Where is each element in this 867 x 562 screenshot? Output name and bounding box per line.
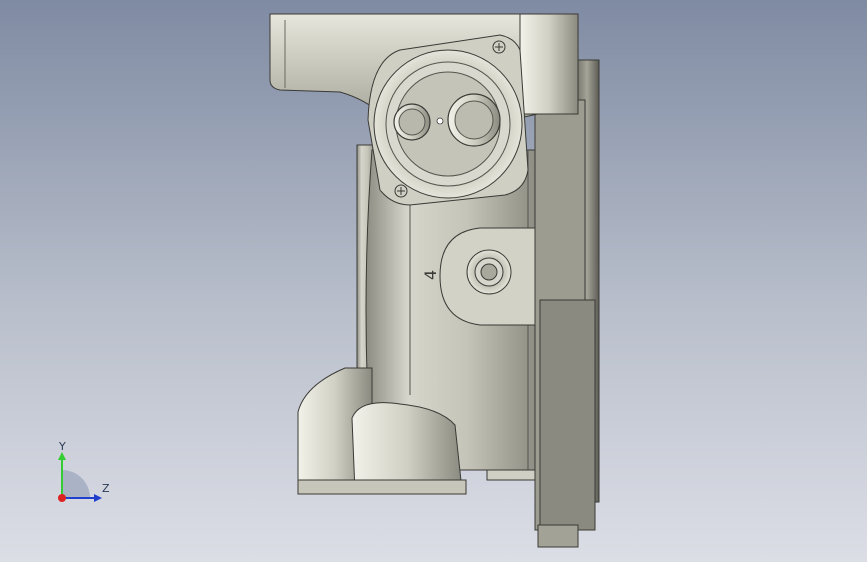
- part-model[interactable]: 4: [0, 0, 867, 562]
- triad-y-arrow: [58, 452, 66, 460]
- triad-sector: [62, 470, 90, 498]
- top-arm-cap: [519, 13, 579, 115]
- triad-z-arrow: [94, 494, 102, 502]
- foot-base: [297, 479, 467, 495]
- pilot-hole: [436, 117, 444, 125]
- axis-triad: Y Z: [58, 440, 110, 502]
- bottom-tab: [537, 524, 579, 548]
- port-number-label: 4: [421, 270, 440, 280]
- triad-x-origin: [58, 494, 66, 502]
- triad-z-label: Z: [102, 482, 110, 495]
- base-tab: [486, 469, 536, 481]
- bore-small-inner: [398, 108, 426, 136]
- lower-plate: [539, 299, 596, 531]
- graphics-viewport[interactable]: 4 Y Z: [0, 0, 867, 562]
- triad-y-label: Y: [58, 440, 66, 453]
- bore-large-inner: [454, 100, 494, 140]
- side-port-inner: [480, 263, 498, 281]
